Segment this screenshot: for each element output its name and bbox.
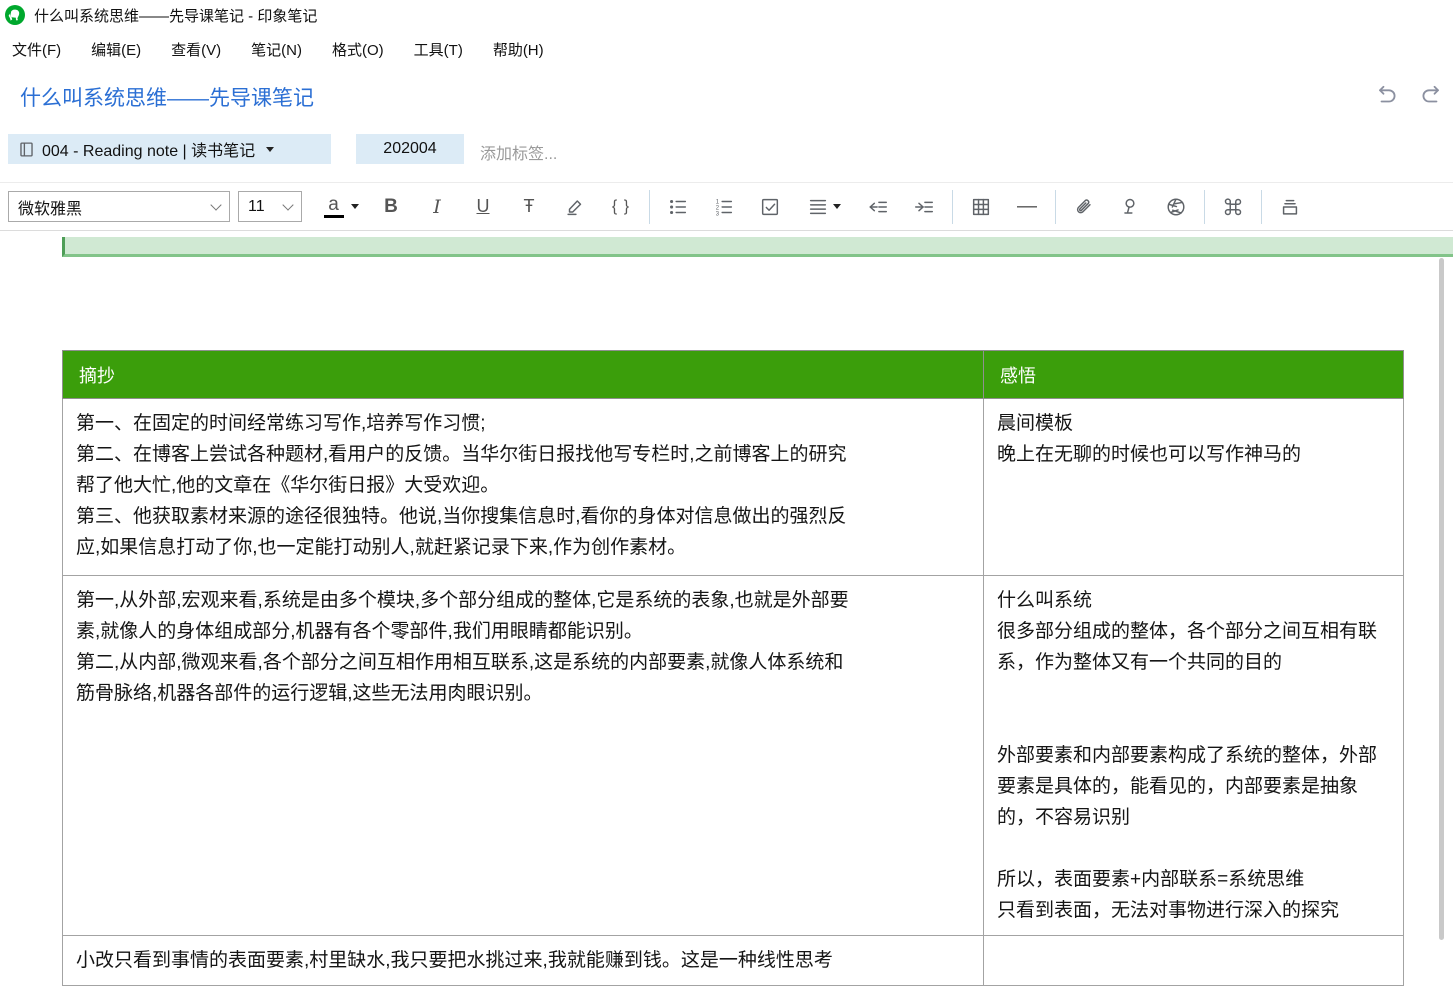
notebook-name: 004 - Reading note | 读书笔记 [42,137,255,161]
excerpt-cell-1[interactable]: 第一、在固定的时间经常练习写作,培养写作习惯; 第二、在博客上尝试各种题材,看用… [63,399,984,576]
menu-help[interactable]: 帮助(H) [493,39,544,60]
font-color-button[interactable]: a [314,184,368,230]
audio-record-button[interactable] [1107,184,1153,230]
chevron-down-icon [210,199,221,210]
attachment-button[interactable] [1061,184,1107,230]
redo-button[interactable] [1419,84,1445,108]
undo-icon [1373,84,1399,108]
screenshot-button[interactable] [1153,184,1199,230]
menu-note[interactable]: 笔记(N) [251,39,302,60]
align-button[interactable] [793,184,855,230]
code-block-icon: { } [612,198,630,216]
highlight-button[interactable] [552,184,598,230]
shortcuts-button[interactable] [1210,184,1256,230]
bold-icon: B [384,196,398,218]
align-caret-icon [833,204,841,209]
code-block-button[interactable]: { } [598,184,644,230]
strikethrough-button[interactable]: Ŧ [506,184,552,230]
underline-icon: U [477,196,490,217]
command-icon [1222,196,1244,218]
note-title[interactable]: 什么叫系统思维——先导课笔记 [20,82,314,112]
indent-icon [912,196,936,218]
font-color-caret-icon [351,204,359,209]
menu-format[interactable]: 格式(O) [332,39,384,60]
checkbox-button[interactable] [747,184,793,230]
underline-button[interactable]: U [460,184,506,230]
numbered-list-button[interactable]: 1 2 3 [701,184,747,230]
redo-icon [1419,84,1445,108]
add-tag-field[interactable]: 添加标签... [480,140,557,164]
aperture-shutter-icon [1165,196,1187,218]
insight-cell-3[interactable] [984,936,1404,986]
font-size-value: 11 [248,198,265,216]
insight-cell-1[interactable]: 晨间模板 晚上在无聊的时候也可以写作神马的 [984,399,1404,576]
table-row: 第一、在固定的时间经常练习写作,培养写作习惯; 第二、在博客上尝试各种题材,看用… [63,399,1404,576]
font-size-select[interactable]: 11 [238,191,302,222]
window-title: 什么叫系统思维——先导课笔记 - 印象笔记 [34,5,317,26]
notebook-caret-icon [266,147,274,152]
tag-chip[interactable]: 202004 [356,134,464,164]
storage-box-button[interactable] [1267,184,1313,230]
evernote-logo-icon [5,5,25,25]
formatting-toolbar: 微软雅黑 11 a B I U Ŧ { } 1 2 3 [0,182,1453,231]
chevron-down-icon [282,199,293,210]
indent-button[interactable] [901,184,947,230]
bullet-list-button[interactable] [655,184,701,230]
table-header-excerpt[interactable]: 摘抄 [63,351,984,399]
outdent-icon [866,196,890,218]
svg-text:3: 3 [716,211,720,217]
checkbox-icon [759,196,781,218]
horizontal-rule-icon: — [1017,195,1037,218]
table-header-insight[interactable]: 感悟 [984,351,1404,399]
table-row: 小改只看到事情的表面要素,村里缺水,我只要把水挑过来,我就能赚到钱。这是一种线性… [63,936,1404,986]
toolbar-separator [952,190,953,224]
insert-table-button[interactable] [958,184,1004,230]
toolbar-separator [649,190,650,224]
menu-bar: 文件(F) 编辑(E) 查看(V) 笔记(N) 格式(O) 工具(T) 帮助(H… [0,31,1453,67]
italic-button[interactable]: I [414,184,460,230]
notebook-selector[interactable]: 004 - Reading note | 读书笔记 [8,134,331,164]
outdent-button[interactable] [855,184,901,230]
undo-button[interactable] [1373,84,1399,108]
align-icon [807,196,829,218]
menu-edit[interactable]: 编辑(E) [91,39,141,60]
window-titlebar: 什么叫系统思维——先导课笔记 - 印象笔记 [0,0,1453,30]
notebook-icon [18,141,35,158]
font-family-value: 微软雅黑 [18,195,82,219]
menu-tools[interactable]: 工具(T) [414,39,463,60]
scrollbar-thumb[interactable] [1439,258,1444,940]
numbered-list-icon: 1 2 3 [713,196,735,218]
table-header-row: 摘抄 感悟 [63,351,1404,399]
horizontal-rule-button[interactable]: — [1004,184,1050,230]
toolbar-separator [1204,190,1205,224]
menu-file[interactable]: 文件(F) [12,39,61,60]
bold-button[interactable]: B [368,184,414,230]
note-table: 摘抄 感悟 第一、在固定的时间经常练习写作,培养写作习惯; 第二、在博客上尝试各… [62,350,1404,986]
italic-icon: I [433,196,441,218]
toolbar-separator [1055,190,1056,224]
highlighter-icon [564,196,586,218]
font-color-icon: a [324,195,344,218]
bullet-list-icon [667,196,689,218]
table-icon [970,196,992,218]
tag-label: 202004 [383,140,436,158]
table-row: 第一,从外部,宏观来看,系统是由多个模块,多个部分组成的整体,它是系统的表象,也… [63,576,1404,936]
insight-cell-2[interactable]: 什么叫系统 很多部分组成的整体，各个部分之间互相有联系，作为整体又有一个共同的目… [984,576,1404,936]
font-family-select[interactable]: 微软雅黑 [8,191,230,222]
microphone-icon [1119,196,1141,218]
toolbar-separator [1261,190,1262,224]
highlight-block-edge [62,237,1453,257]
storage-box-icon [1279,196,1301,218]
menu-view[interactable]: 查看(V) [171,39,221,60]
paperclip-icon [1073,196,1095,218]
excerpt-cell-3[interactable]: 小改只看到事情的表面要素,村里缺水,我只要把水挑过来,我就能赚到钱。这是一种线性… [63,936,984,986]
strikethrough-icon: Ŧ [524,196,535,217]
excerpt-cell-2[interactable]: 第一,从外部,宏观来看,系统是由多个模块,多个部分组成的整体,它是系统的表象,也… [63,576,984,936]
